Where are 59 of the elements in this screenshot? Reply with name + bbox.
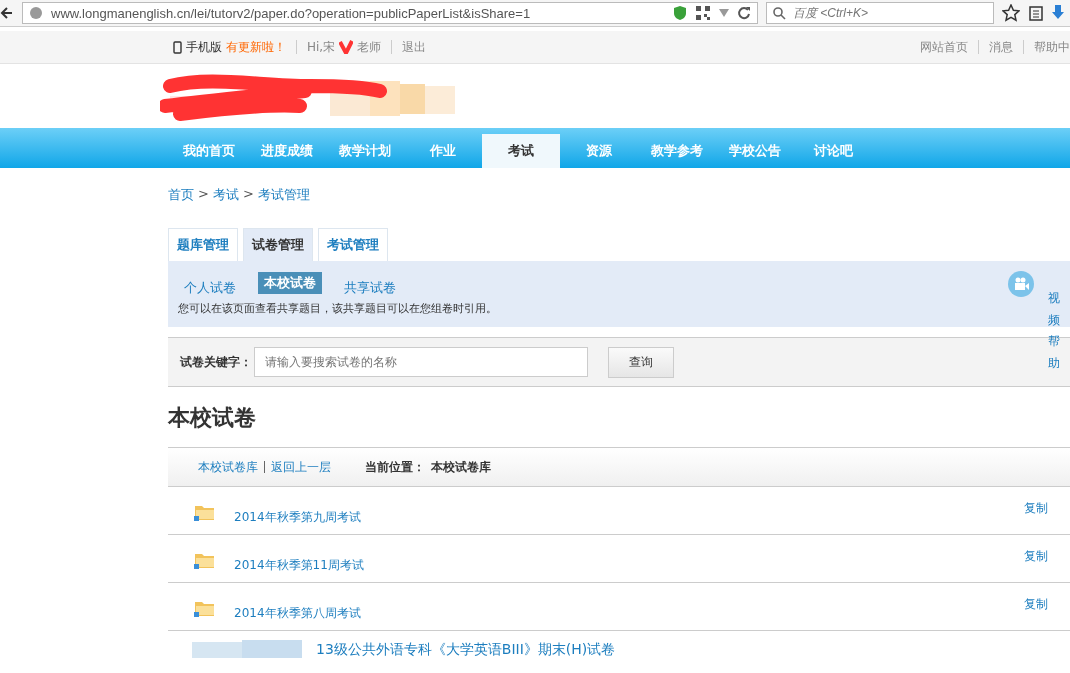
copy-link[interactable]: 复制	[1024, 548, 1048, 565]
nav-tab[interactable]: 我的首页	[170, 134, 248, 168]
nav-tab[interactable]: 考试	[482, 134, 560, 168]
logout-link[interactable]: 退出	[402, 38, 427, 56]
greeting-text: 老师	[357, 38, 382, 56]
shield-icon	[673, 5, 687, 21]
path-link[interactable]: 返回上一层	[271, 458, 331, 476]
paper-link[interactable]: 2014年秋季第八周考试	[234, 605, 361, 622]
paper-link[interactable]: 13级公共外语专科《大学英语BIII》期末(H)试卷	[316, 641, 616, 659]
breadcrumb-separator: >	[198, 186, 209, 203]
folder-icon	[194, 599, 216, 617]
globe-icon	[29, 6, 43, 20]
subtab[interactable]: 本校试卷	[258, 272, 322, 294]
breadcrumb-link[interactable]: 考试	[212, 186, 239, 208]
reload-icon[interactable]	[737, 6, 751, 20]
subtab[interactable]: 个人试卷	[178, 277, 242, 299]
nav-tab[interactable]: 作业	[404, 134, 482, 168]
paper-link[interactable]: 2014年秋季第11周考试	[234, 557, 364, 574]
breadcrumb-link[interactable]: 首页	[168, 186, 194, 208]
notice-text: 您可以在该页面查看共享题目，该共享题目可以在您组卷时引用。	[178, 301, 498, 316]
redaction-mark	[339, 40, 354, 54]
nav-tab[interactable]: 教学计划	[326, 134, 404, 168]
video-help-link[interactable]: 视频帮助	[1048, 288, 1060, 375]
location-value: 本校试卷库	[431, 458, 491, 476]
top-link[interactable]: 网站首页	[920, 38, 968, 56]
keyword-field[interactable]: 请输入要搜索试卷的名称	[254, 347, 588, 377]
qr-code-icon[interactable]	[695, 5, 711, 21]
nav-tab[interactable]: 进度成绩	[248, 134, 326, 168]
search-field[interactable]: 百度 <Ctrl+K>	[766, 2, 994, 24]
breadcrumb-link[interactable]: 考试管理	[257, 186, 310, 208]
copy-link[interactable]: 复制	[1024, 596, 1048, 613]
nav-tab[interactable]: 资源	[560, 134, 638, 168]
folder-icon	[194, 503, 216, 521]
breadcrumb-separator: >	[242, 186, 254, 203]
keyword-label: 试卷关键字：	[180, 353, 252, 371]
back-icon[interactable]	[0, 6, 14, 20]
folder-icon	[194, 551, 216, 569]
nav-tab[interactable]: 教学参考	[638, 134, 716, 168]
nav-tab[interactable]: 讨论吧	[794, 134, 872, 168]
download-icon[interactable]	[1052, 5, 1064, 21]
top-link[interactable]: 消息	[989, 38, 1013, 56]
reading-list-icon[interactable]	[1028, 5, 1044, 21]
copy-link[interactable]: 复制	[1024, 500, 1048, 517]
paper-link[interactable]: 2014年秋季第九周考试	[234, 509, 361, 526]
path-link[interactable]: 本校试卷库	[198, 458, 258, 476]
mobile-link[interactable]: 手机版	[186, 38, 222, 56]
dropdown-icon[interactable]	[719, 9, 729, 17]
tab[interactable]: 试卷管理	[243, 228, 313, 261]
nav-tab[interactable]: 学校公告	[716, 134, 794, 168]
location-label: 当前位置：	[365, 458, 425, 476]
greeting-text: Hi,宋	[307, 38, 336, 56]
section-heading: 本校试卷	[168, 404, 257, 432]
address-bar[interactable]: www.longmanenglish.cn/lei/tutorv2/paper.do?operation=publicPaperList&isShare=1	[22, 2, 758, 24]
subtab[interactable]: 共享试卷	[338, 277, 402, 299]
top-link[interactable]: 帮助中	[1034, 38, 1070, 56]
phone-icon	[173, 40, 182, 54]
query-button[interactable]: 查询	[608, 346, 674, 378]
star-icon[interactable]	[1002, 4, 1020, 22]
update-notice[interactable]: 有更新啦！	[226, 38, 286, 56]
